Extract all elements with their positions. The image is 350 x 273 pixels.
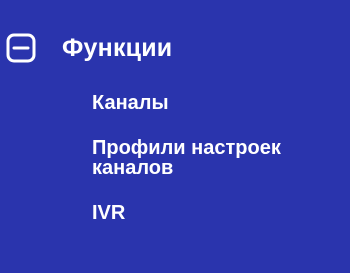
functions-group-header[interactable]: Функции	[6, 28, 172, 68]
menu-item-channel-profiles[interactable]: Профили настроек каналов	[92, 138, 342, 178]
collapse-minus-icon[interactable]	[6, 33, 36, 63]
sidebar-menu: Функции Каналы Профили настроек каналов …	[0, 0, 350, 273]
menu-item-label-line2: каналов	[92, 157, 174, 179]
group-title: Функции	[62, 33, 173, 62]
menu-item-channels[interactable]: Каналы	[92, 92, 342, 114]
menu-item-ivr[interactable]: IVR	[92, 202, 342, 224]
menu-item-label-line1: Профили настроек	[92, 137, 281, 159]
submenu-list: Каналы Профили настроек каналов IVR	[92, 92, 342, 248]
